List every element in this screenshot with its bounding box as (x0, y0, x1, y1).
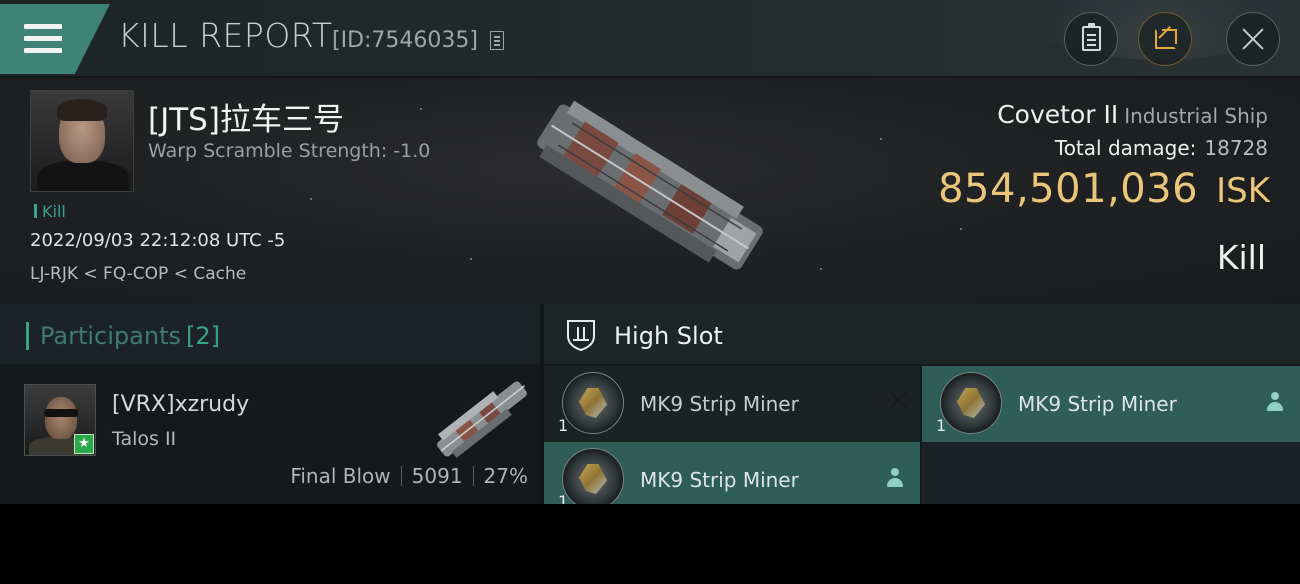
kill-timestamp: 2022/09/03 22:12:08 UTC -5 (30, 230, 286, 251)
page-title: KILL REPORT (118, 16, 333, 55)
attacker-percent: 27% (483, 464, 528, 488)
participant-row[interactable]: ★ [VRX]xzrudy Talos II Final Blow 5091 27% (0, 364, 540, 504)
share-button[interactable] (1138, 12, 1192, 66)
module-quantity: 1 (558, 492, 569, 504)
victim-ship-image[interactable] (510, 92, 790, 282)
strip-miner-icon (562, 372, 624, 434)
module-name: MK9 Strip Miner (640, 392, 799, 416)
warp-scramble-strength: Warp Scramble Strength: -1.0 (148, 140, 431, 162)
participants-label: Participants (40, 322, 181, 350)
attacker-name[interactable]: [VRX]xzrudy (112, 392, 249, 417)
kill-tag: Kill (34, 202, 66, 221)
participants-count: [2] (186, 322, 220, 350)
victim-name[interactable]: [JTS]拉车三号 (148, 94, 344, 139)
kill-id: [ID:7546035] (332, 28, 478, 53)
kill-report-screen: KILL REPORT [ID:7546035] [JTS]拉车三号 Warp … (0, 0, 1300, 504)
menu-button[interactable] (0, 4, 110, 74)
attacker-stats: Final Blow 5091 27% (290, 464, 528, 488)
ship-name[interactable]: Covetor II (997, 100, 1118, 129)
total-damage-label: Total damage: (1054, 136, 1197, 160)
strip-miner-icon (940, 372, 1002, 434)
module-item-dropped[interactable]: 1 MK9 Strip Miner (922, 366, 1300, 442)
isk-unit: ISK (1216, 171, 1270, 211)
module-quantity: 1 (558, 416, 569, 435)
person-icon (1266, 392, 1284, 412)
module-name: MK9 Strip Miner (640, 468, 799, 492)
module-quantity: 1 (936, 416, 947, 435)
close-button[interactable] (1226, 12, 1280, 66)
clipboard-icon (1082, 23, 1101, 51)
high-slot-header: High Slot (544, 304, 1300, 364)
module-name: MK9 Strip Miner (1018, 392, 1177, 416)
star-icon: ★ (74, 434, 94, 454)
victim-summary: [JTS]拉车三号 Warp Scramble Strength: -1.0 K… (0, 78, 1300, 304)
module-item-dropped[interactable]: 1 MK9 Strip Miner (544, 442, 920, 504)
isk-value-row: 854,501,036 ISK (938, 166, 1270, 212)
result-label: Kill (1216, 238, 1266, 277)
high-slot-icon (567, 320, 595, 352)
high-slot-title: High Slot (614, 322, 723, 350)
attacker-damage: 5091 (411, 464, 463, 488)
final-blow-label: Final Blow (290, 464, 391, 488)
close-icon (1239, 25, 1267, 53)
ship-class: Industrial Ship (1124, 104, 1268, 128)
attacker-ship: Talos II (112, 428, 177, 450)
isk-value: 854,501,036 (938, 166, 1199, 212)
victim-portrait[interactable] (30, 90, 134, 192)
module-item-destroyed[interactable]: 1 MK9 Strip Miner (544, 366, 920, 442)
copy-icon[interactable] (490, 31, 504, 50)
attacker-ship-image (437, 381, 527, 458)
empty-slot (922, 442, 1300, 504)
destroyed-x-icon (888, 390, 908, 410)
total-damage-value: 18728 (1204, 136, 1268, 160)
total-damage-row: Total damage: 18728 (1055, 136, 1268, 160)
strip-miner-icon (562, 448, 624, 504)
header-bar: KILL REPORT [ID:7546035] (0, 0, 1300, 78)
kill-location[interactable]: LJ-RJK < FQ-COP < Cache (30, 264, 246, 284)
letterbox-bar (0, 504, 1300, 584)
person-icon (886, 468, 904, 488)
participants-header[interactable]: Participants [2] (0, 304, 540, 364)
report-button[interactable] (1064, 12, 1118, 66)
ship-name-row: Covetor II Industrial Ship (997, 100, 1268, 129)
share-icon (1155, 29, 1177, 49)
